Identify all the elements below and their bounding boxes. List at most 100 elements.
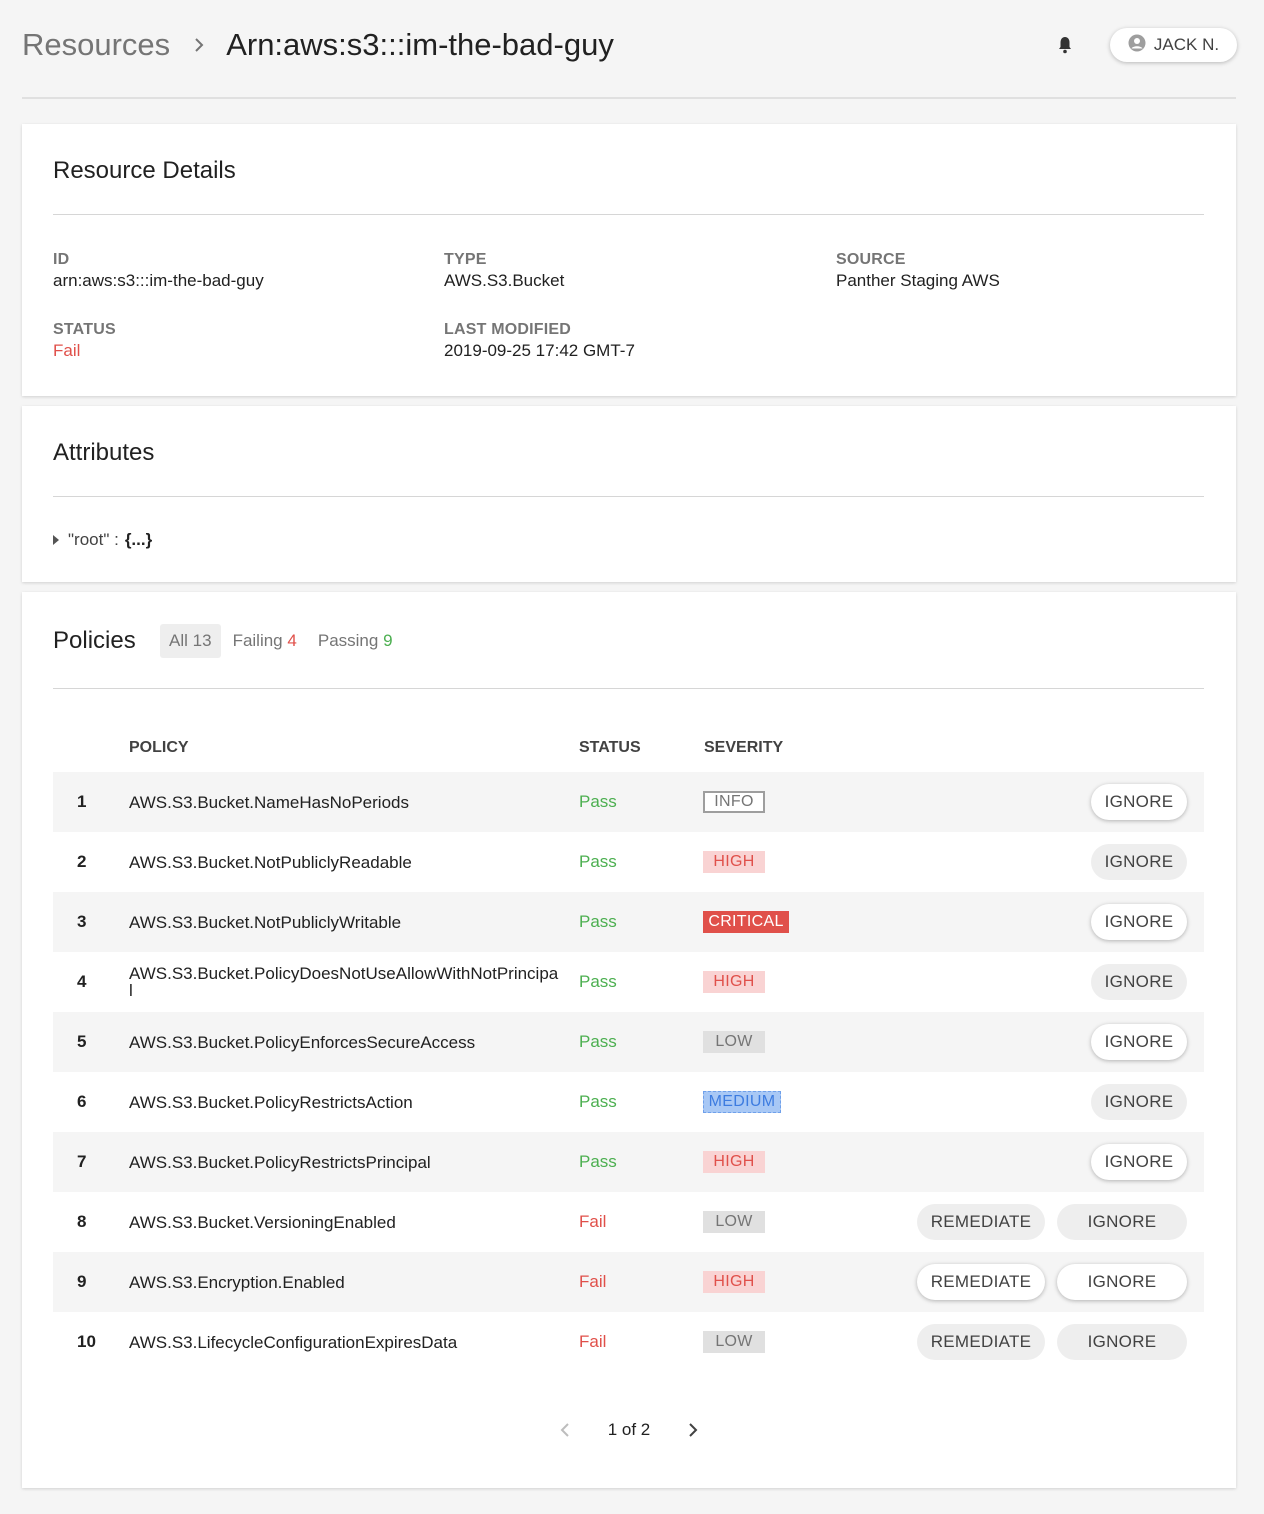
policy-name-link[interactable]: AWS.S3.Bucket.PolicyEnforcesSecureAccess — [129, 1012, 559, 1072]
type-label: TYPE — [444, 251, 487, 268]
policy-status: Pass — [579, 792, 617, 811]
ignore-button[interactable]: IGNORE — [1091, 904, 1187, 940]
column-header-policy[interactable]: POLICY — [129, 739, 189, 757]
row-number: 8 — [77, 1212, 87, 1231]
divider — [53, 688, 1204, 689]
policy-name-link[interactable]: AWS.S3.Encryption.Enabled — [129, 1252, 559, 1312]
resource-details-title: Resource Details — [53, 157, 236, 184]
filter-passing[interactable]: Passing 9 — [309, 624, 402, 658]
severity-badge: LOW — [703, 1331, 765, 1353]
ignore-button[interactable]: IGNORE — [1057, 1204, 1187, 1240]
policy-name-link[interactable]: AWS.S3.Bucket.PolicyRestrictsAction — [129, 1072, 559, 1132]
table-row: 4 AWS.S3.Bucket.PolicyDoesNotUseAllowWith… — [53, 952, 1204, 1012]
table-row: 10 AWS.S3.LifecycleConfigurationExpiresDa… — [53, 1312, 1204, 1372]
severity-badge: INFO — [703, 791, 765, 813]
row-number: 7 — [77, 1152, 87, 1171]
column-header-status[interactable]: STATUS — [579, 739, 641, 757]
table-row: 9 AWS.S3.Encryption.Enabled Fail HIGH REMEDI… — [53, 1252, 1204, 1312]
table-row: 2 AWS.S3.Bucket.NotPubliclyReadable Pass HI… — [53, 832, 1204, 892]
id-value: arn:aws:s3:::im-the-bad-guy — [53, 271, 264, 290]
last-modified-value: 2019-09-25 17:42 GMT-7 — [444, 341, 635, 360]
table-row: 8 AWS.S3.Bucket.VersioningEnabled Fail LOW R… — [53, 1192, 1204, 1252]
remediate-button[interactable]: REMEDIATE — [917, 1324, 1045, 1360]
chevron-right-icon — [194, 32, 204, 58]
policy-filters: All 13 Failing 4 Passing 9 — [160, 624, 405, 658]
row-number: 1 — [77, 792, 87, 811]
filter-failing-label: Failing — [232, 631, 283, 650]
chevron-right-icon[interactable] — [678, 1423, 708, 1437]
page-indicator: 1 of 2 — [607, 1420, 651, 1439]
column-header-severity[interactable]: SEVERITY — [704, 739, 783, 757]
severity-badge: HIGH — [703, 1151, 765, 1173]
severity-badge: HIGH — [703, 1271, 765, 1293]
table-row: 5 AWS.S3.Bucket.PolicyEnforcesSecureAcces… — [53, 1012, 1204, 1072]
filter-failing-count: 4 — [287, 631, 297, 650]
ignore-button[interactable]: IGNORE — [1091, 1144, 1187, 1180]
user-name: JACK N. — [1153, 35, 1220, 54]
user-menu-button[interactable]: JACK N. — [1110, 28, 1237, 62]
policy-name-link[interactable]: AWS.S3.Bucket.NotPubliclyWritable — [129, 892, 559, 952]
filter-failing[interactable]: Failing 4 — [224, 624, 306, 658]
filter-all[interactable]: All 13 — [160, 624, 221, 658]
policy-status: Fail — [579, 1212, 607, 1231]
breadcrumb-resources-link[interactable]: Resources — [22, 27, 170, 63]
caret-right-icon[interactable] — [53, 535, 59, 545]
user-circle-icon — [1128, 34, 1154, 57]
policy-status: Pass — [579, 912, 617, 931]
type-value: AWS.S3.Bucket — [444, 271, 565, 290]
ignore-button[interactable]: IGNORE — [1091, 784, 1187, 820]
policies-title: Policies — [53, 627, 136, 654]
id-label: ID — [53, 251, 70, 268]
bell-icon[interactable] — [1058, 36, 1072, 54]
table-row: 7 AWS.S3.Bucket.PolicyRestrictsPrincipal P… — [53, 1132, 1204, 1192]
json-root-key: "root" : — [68, 530, 119, 549]
ignore-button[interactable]: IGNORE — [1057, 1324, 1187, 1360]
policy-status: Pass — [579, 1152, 617, 1171]
row-number: 9 — [77, 1272, 87, 1291]
policy-name-link[interactable]: AWS.S3.Bucket.NameHasNoPeriods — [129, 772, 559, 832]
filter-passing-label: Passing — [317, 631, 379, 650]
policy-name-link[interactable]: AWS.S3.Bucket.PolicyRestrictsPrincipal — [129, 1132, 559, 1192]
ignore-button[interactable]: IGNORE — [1091, 964, 1187, 1000]
divider — [53, 496, 1204, 497]
policy-status: Pass — [579, 1092, 617, 1111]
attributes-card: Attributes "root" : {...} — [22, 406, 1236, 582]
policy-status: Pass — [579, 852, 617, 871]
severity-badge: HIGH — [703, 851, 765, 873]
last-modified-label: LAST MODIFIED — [444, 321, 572, 338]
policy-status: Fail — [579, 1332, 607, 1351]
page-title: Arn:aws:s3:::im-the-bad-guy — [226, 27, 614, 62]
source-label: SOURCE — [836, 251, 906, 268]
filter-passing-count: 9 — [383, 631, 393, 650]
json-root-value: {...} — [124, 530, 153, 549]
source-value: Panther Staging AWS — [836, 271, 1000, 290]
filter-all-count: 13 — [192, 631, 212, 650]
chevron-left-icon[interactable] — [550, 1423, 580, 1437]
policy-name-link[interactable]: AWS.S3.Bucket.PolicyDoesNotUseAllowWithN… — [129, 952, 559, 1012]
ignore-button[interactable]: IGNORE — [1091, 844, 1187, 880]
policy-status: Fail — [579, 1272, 607, 1291]
filter-all-label: All — [169, 631, 188, 650]
severity-badge: MEDIUM — [703, 1091, 781, 1113]
policy-name-link[interactable]: AWS.S3.LifecycleConfigurationExpiresData — [129, 1312, 559, 1372]
status-label: STATUS — [53, 321, 116, 338]
policy-name-link[interactable]: AWS.S3.Bucket.VersioningEnabled — [129, 1192, 559, 1252]
remediate-button[interactable]: REMEDIATE — [917, 1204, 1045, 1240]
severity-badge: LOW — [703, 1211, 765, 1233]
row-number: 5 — [77, 1032, 87, 1051]
breadcrumb: Resources Arn:aws:s3:::im-the-bad-guy — [22, 26, 614, 64]
json-root-node[interactable]: "root" : {...} — [53, 530, 152, 550]
ignore-button[interactable]: IGNORE — [1091, 1024, 1187, 1060]
ignore-button[interactable]: IGNORE — [1057, 1264, 1187, 1300]
remediate-button[interactable]: REMEDIATE — [917, 1264, 1045, 1300]
status-value: Fail — [53, 341, 81, 360]
severity-badge: CRITICAL — [703, 911, 789, 933]
attributes-title: Attributes — [53, 439, 155, 466]
severity-badge: HIGH — [703, 971, 765, 993]
table-row: 1 AWS.S3.Bucket.NameHasNoPeriods Pass INFO I… — [53, 772, 1204, 832]
ignore-button[interactable]: IGNORE — [1091, 1084, 1187, 1120]
policy-name-link[interactable]: AWS.S3.Bucket.NotPubliclyReadable — [129, 832, 559, 892]
pagination: 1 of 2 — [22, 1420, 1236, 1440]
row-number: 2 — [77, 852, 87, 871]
policies-table: 1 AWS.S3.Bucket.NameHasNoPeriods Pass INFO I… — [53, 772, 1204, 1372]
